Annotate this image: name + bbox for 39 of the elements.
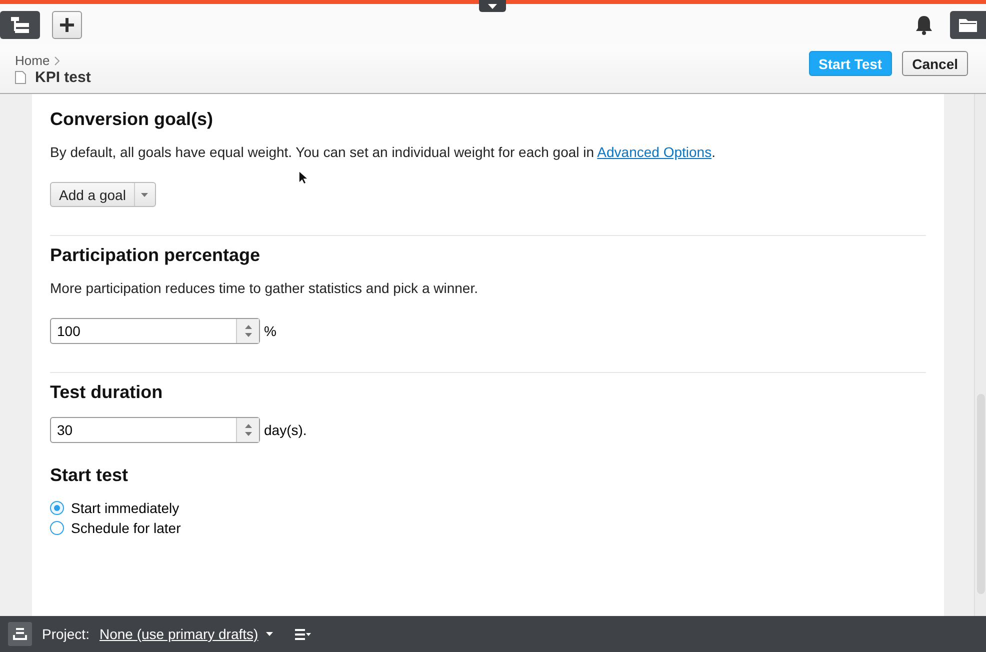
folder-icon [959, 18, 977, 32]
spinner-arrows-icon [244, 324, 252, 338]
project-dropdown[interactable]: None (use primary drafts) [99, 626, 258, 642]
radio-button[interactable] [50, 521, 64, 535]
add-goal-dropdown[interactable]: Add a goal [50, 182, 156, 207]
unit-label: day(s). [264, 422, 307, 438]
section-heading: Participation percentage [50, 245, 262, 266]
section-heading: Test duration [50, 382, 164, 403]
radio-label: Start immediately [71, 500, 180, 516]
project-label: Project: [42, 626, 90, 642]
tree-icon [11, 17, 29, 33]
page-icon [15, 71, 26, 84]
add-button[interactable] [52, 11, 82, 39]
tray-button[interactable] [8, 622, 32, 646]
radio-button[interactable] [50, 501, 64, 515]
cancel-button[interactable]: Cancel [902, 51, 968, 76]
section-heading: Conversion goal(s) [50, 109, 214, 130]
tray-icon [13, 628, 27, 640]
folder-button[interactable] [950, 11, 986, 39]
spinner-arrows-icon [244, 423, 252, 437]
number-field[interactable]: 100 [50, 318, 260, 344]
advanced-options-link[interactable]: Advanced Options [597, 144, 712, 160]
plus-icon [59, 17, 75, 33]
caret-icon [266, 632, 274, 636]
breadcrumb-link[interactable]: Home [15, 53, 50, 68]
caret-icon [141, 192, 148, 196]
section-heading: Start test [50, 465, 130, 486]
collapse-tab[interactable] [479, 0, 506, 12]
tree-button[interactable] [0, 11, 40, 39]
chevron-icon [54, 56, 60, 66]
unit-label: % [264, 323, 276, 339]
page-title: KPI test [35, 69, 91, 86]
cursor-icon [298, 170, 308, 185]
section-description: By default, all goals have equal weight. You can set an individual weight for each goal in Advanced Options. [50, 144, 716, 160]
section-description: More participation reduces time to gather statistics and pick a winner. [50, 280, 479, 296]
bell-icon[interactable] [914, 15, 934, 35]
number-field[interactable]: 30 [50, 417, 260, 443]
radio-label: Schedule for later [71, 520, 181, 536]
list-menu-icon[interactable] [295, 628, 312, 640]
